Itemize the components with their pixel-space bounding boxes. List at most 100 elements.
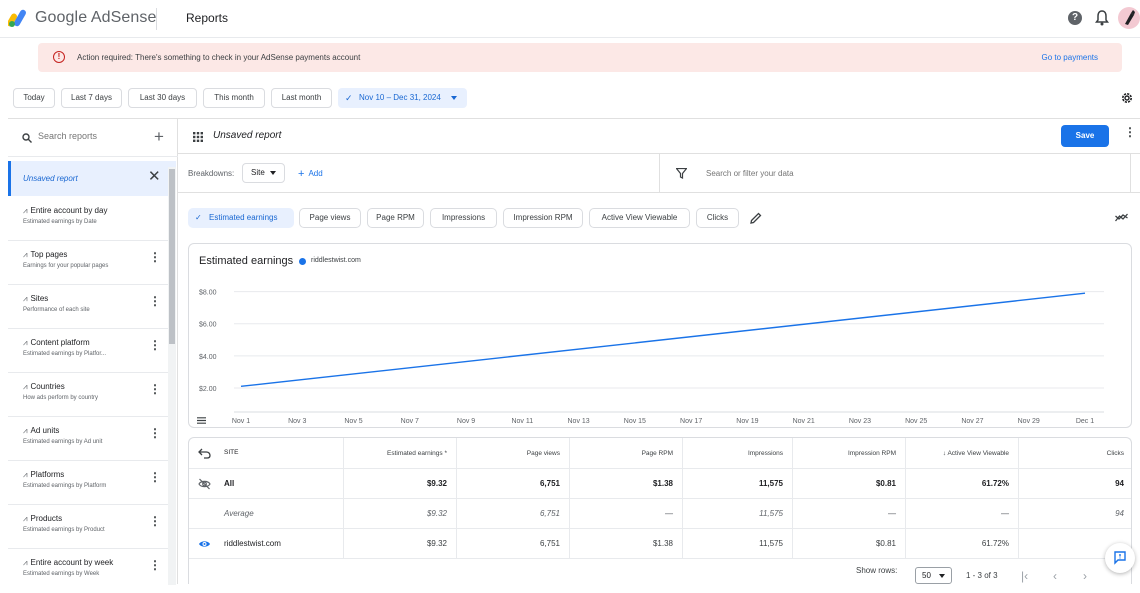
add-breakdown-label: Add (308, 169, 323, 178)
chart-line-icon: ⩘ (23, 426, 28, 435)
brand-name[interactable]: Google AdSense (35, 9, 157, 27)
table-cell: $9.32 (343, 529, 456, 558)
pencil-edit-icon[interactable] (750, 212, 762, 224)
date-chip-this-month[interactable]: This month (203, 88, 265, 108)
breakdown-site-select[interactable]: Site (242, 163, 285, 183)
sidebar-item-title: Ad units (30, 426, 60, 435)
date-chip-last-month[interactable]: Last month (271, 88, 332, 108)
next-page-icon[interactable]: › (1083, 570, 1087, 582)
sidebar-item-countries[interactable]: ⩘ Countries How ads perform by country ⋮ (8, 373, 168, 417)
chart-line-icon: ⩘ (23, 558, 28, 567)
table-cell: — (905, 499, 1018, 528)
undo-icon[interactable] (198, 447, 211, 459)
account-avatar[interactable] (1118, 7, 1140, 29)
sidebar-item-subtitle: Estimated earnings by Product (23, 527, 105, 533)
column-header-active-view-viewable[interactable]: ↓ Active View Viewable (905, 438, 1018, 468)
sidebar-item-content-platform[interactable]: ⩘ Content platform Estimated earnings by … (8, 329, 168, 373)
payments-alert-banner: ! Action required: There's something to … (38, 43, 1122, 72)
add-breakdown-button[interactable]: + Add (298, 168, 323, 180)
trend-compare-icon[interactable] (1115, 213, 1128, 222)
chart-menu-icon[interactable] (197, 417, 206, 424)
help-icon[interactable]: ? (1068, 11, 1082, 25)
metric-chip-label: Estimated earnings (209, 213, 278, 222)
metric-chip-estimated-earnings[interactable]: ✓ Estimated earnings (188, 208, 294, 228)
gear-icon[interactable] (1120, 91, 1134, 105)
sidebar-item-title: Entire account by week (30, 558, 114, 567)
sidebar-item-unsaved-report[interactable]: Unsaved report ✕ (8, 161, 176, 196)
first-page-icon[interactable]: |‹ (1021, 570, 1028, 582)
column-header-page-views[interactable]: Page views (456, 438, 569, 468)
save-button[interactable]: Save (1061, 125, 1109, 147)
sidebar-scrollbar-thumb[interactable] (169, 169, 175, 344)
table-cell: 6,751 (456, 469, 569, 498)
more-vert-icon[interactable]: ⋮ (149, 383, 161, 395)
sidebar-item-title: Top pages (30, 250, 68, 259)
chart-line-icon: ⩘ (23, 206, 28, 215)
more-vert-icon[interactable]: ⋮ (149, 339, 161, 351)
sidebar-item-top-pages[interactable]: ⩘ Top pages Earnings for your popular pag… (8, 241, 168, 285)
sidebar-item-sites[interactable]: ⩘ Sites Performance of each site ⋮ (8, 285, 168, 329)
date-range-picker[interactable]: ✓ Nov 10 – Dec 31, 2024 (338, 88, 467, 108)
sidebar-item-platforms[interactable]: ⩘ Platforms Estimated earnings by Platfor… (8, 461, 168, 505)
metric-chip-clicks[interactable]: Clicks (696, 208, 739, 228)
x-tick-label: Nov 9 (457, 418, 475, 425)
more-vert-icon[interactable]: ⋮ (149, 559, 161, 571)
visibility-off-icon[interactable] (198, 478, 211, 490)
x-tick-label: Nov 29 (1018, 418, 1040, 425)
more-vert-icon[interactable]: ⋮ (149, 471, 161, 483)
date-chip-today[interactable]: Today (13, 88, 55, 108)
column-header-estimated-earnings[interactable]: Estimated earnings * (343, 438, 456, 468)
metric-chip-active-view-viewable[interactable]: Active View Viewable (589, 208, 690, 228)
series-line[interactable] (240, 292, 1086, 388)
divider (659, 154, 660, 193)
reports-sidebar: + Unsaved report ✕ ⩘Entire account by da… (8, 118, 178, 585)
search-reports-input[interactable] (38, 131, 148, 141)
apps-grid-icon[interactable] (193, 132, 203, 142)
sidebar-item-ad-units[interactable]: ⩘ Ad units Estimated earnings by Ad unit … (8, 417, 168, 461)
header-divider (156, 8, 157, 30)
go-to-payments-link[interactable]: Go to payments (1042, 53, 1098, 62)
date-range-label: Nov 10 – Dec 31, 2024 (359, 93, 441, 102)
more-vert-icon[interactable]: ⋮ (149, 427, 161, 439)
adsense-logo-icon[interactable] (8, 8, 30, 28)
feedback-button[interactable] (1105, 543, 1135, 573)
visibility-icon[interactable] (198, 538, 211, 550)
prev-page-icon[interactable]: ‹ (1053, 570, 1057, 582)
report-title[interactable]: Unsaved report (213, 130, 281, 141)
filter-data-input[interactable] (706, 169, 906, 178)
x-tick-label: Nov 25 (905, 418, 927, 425)
column-header-clicks[interactable]: Clicks (1018, 438, 1131, 468)
sidebar-item-products[interactable]: ⩘ Products Estimated earnings by Product … (8, 505, 168, 549)
close-icon[interactable]: ✕ (148, 168, 161, 186)
sidebar-item-entire-account-by-day[interactable]: ⩘ Entire account by day Estimated earning… (8, 197, 168, 241)
column-header-page-rpm[interactable]: Page RPM (569, 438, 682, 468)
row-name-cell: All (189, 469, 343, 498)
column-header-impression-rpm[interactable]: Impression RPM (792, 438, 905, 468)
sidebar-item-subtitle: Estimated earnings by Week (23, 571, 100, 577)
date-chip-last-30-days[interactable]: Last 30 days (128, 88, 197, 108)
alert-text: Action required: There's something to ch… (77, 53, 361, 62)
metric-chip-impression-rpm[interactable]: Impression RPM (503, 208, 583, 228)
add-report-icon[interactable]: + (154, 128, 164, 145)
x-tick-label: Nov 23 (849, 418, 871, 425)
table-header-site[interactable]: SITE (189, 438, 343, 468)
sidebar-item-title: Countries (30, 382, 65, 391)
filter-icon[interactable] (676, 168, 687, 179)
breakdown-bar: Breakdowns: Site + Add (178, 154, 1140, 193)
sidebar-item-entire-account-by-week[interactable]: ⩘ Entire account by week Estimated earnin… (8, 549, 168, 593)
date-chip-last-7-days[interactable]: Last 7 days (61, 88, 122, 108)
column-header-impressions[interactable]: Impressions (682, 438, 792, 468)
more-vert-icon[interactable]: ⋮ (1124, 126, 1136, 138)
metric-chip-page-rpm[interactable]: Page RPM (367, 208, 424, 228)
metric-chip-impressions[interactable]: Impressions (430, 208, 497, 228)
more-vert-icon[interactable]: ⋮ (149, 515, 161, 527)
table-cell: $9.32 (343, 499, 456, 528)
metric-chip-page-views[interactable]: Page views (299, 208, 361, 228)
more-vert-icon[interactable]: ⋮ (149, 295, 161, 307)
rows-per-page-select[interactable]: 50 (915, 567, 952, 584)
table-cell: 11,575 (682, 469, 792, 498)
x-tick-label: Dec 1 (1076, 418, 1094, 425)
sidebar-item-label: Unsaved report (23, 174, 78, 183)
notifications-bell-icon[interactable] (1095, 10, 1109, 26)
more-vert-icon[interactable]: ⋮ (149, 251, 161, 263)
